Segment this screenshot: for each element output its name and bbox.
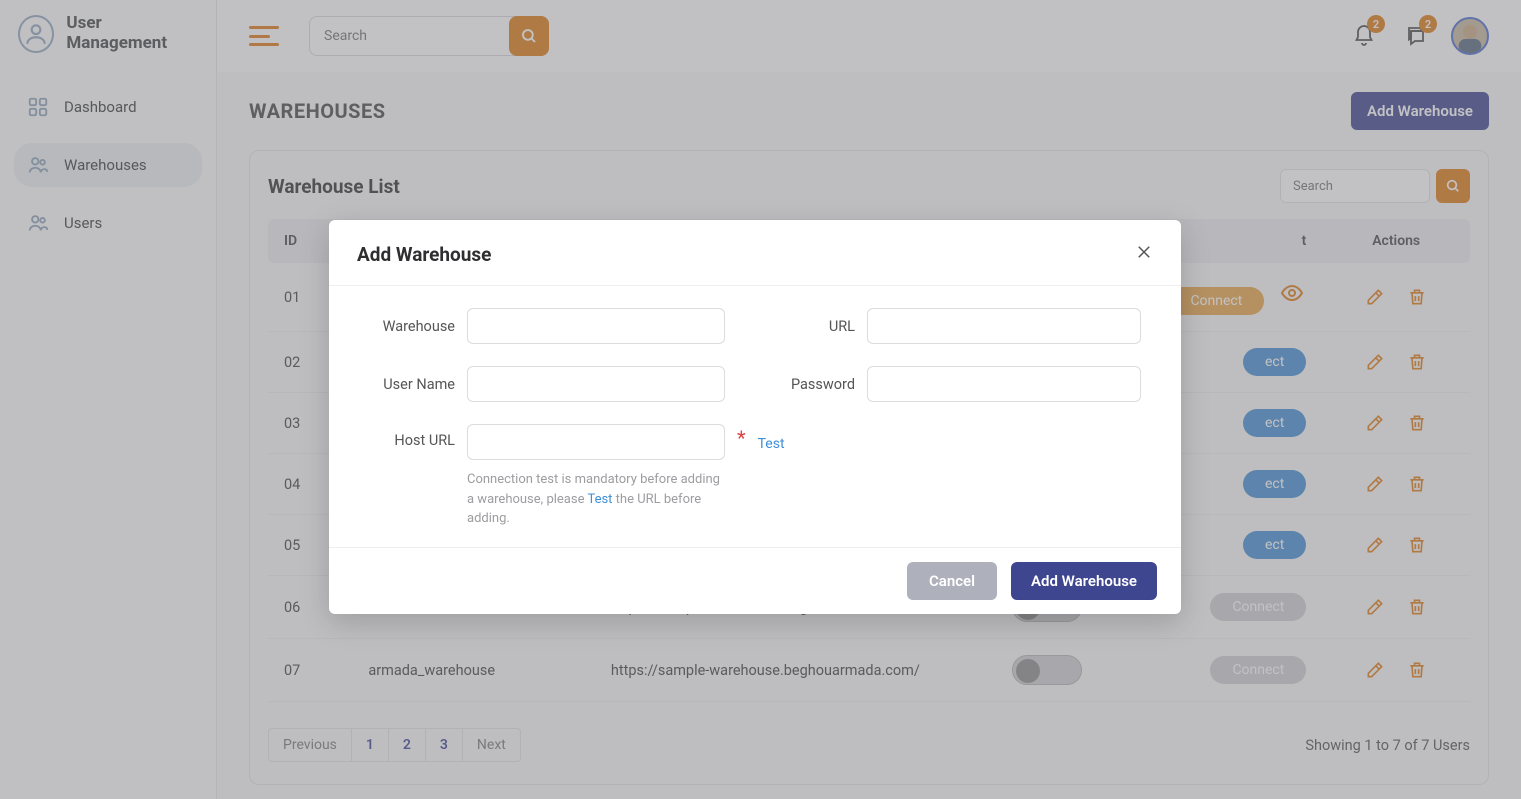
cancel-button[interactable]: Cancel	[907, 562, 997, 600]
label-username: User Name	[369, 376, 455, 393]
close-icon	[1135, 243, 1153, 261]
label-hosturl: Host URL	[369, 424, 455, 449]
label-warehouse: Warehouse	[369, 318, 455, 335]
input-password[interactable]	[867, 366, 1141, 402]
hint-test-link[interactable]: Test	[587, 492, 612, 507]
modal-title: Add Warehouse	[357, 243, 491, 266]
label-password: Password	[785, 376, 855, 393]
label-url: URL	[785, 318, 855, 335]
required-asterisk-icon: *	[737, 424, 746, 450]
add-warehouse-modal: Add Warehouse Warehouse URL User Name Pa…	[329, 220, 1181, 614]
host-hint: Connection test is mandatory before addi…	[467, 470, 725, 529]
input-url[interactable]	[867, 308, 1141, 344]
submit-add-warehouse-button[interactable]: Add Warehouse	[1011, 562, 1157, 600]
input-username[interactable]	[467, 366, 725, 402]
input-warehouse[interactable]	[467, 308, 725, 344]
input-hosturl[interactable]	[467, 424, 725, 460]
test-connection-link[interactable]: Test	[758, 424, 785, 452]
modal-close-button[interactable]	[1135, 242, 1153, 267]
